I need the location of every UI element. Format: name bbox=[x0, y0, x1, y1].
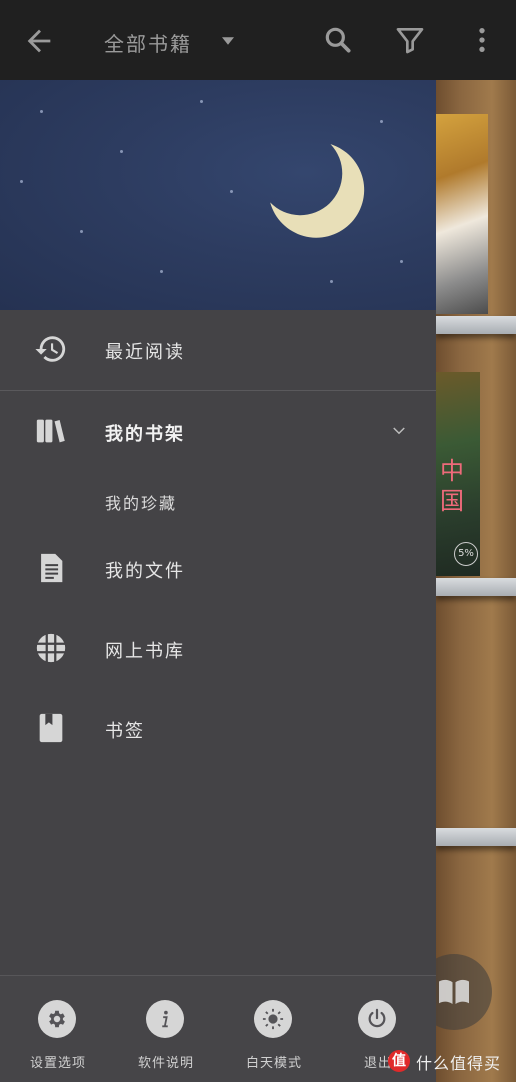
history-icon bbox=[35, 336, 66, 362]
search-icon[interactable] bbox=[322, 24, 354, 56]
drawer-bottom-bar: 设置选项 软件说明 白天模式 退出 bbox=[0, 975, 436, 1082]
menu-item-online-library[interactable]: 网上书库 bbox=[0, 613, 436, 685]
shelf-plank bbox=[436, 828, 516, 846]
arrow-left-icon[interactable] bbox=[22, 24, 56, 58]
book-cover[interactable]: 中国 5% bbox=[436, 372, 480, 576]
menu-item-recent-reading[interactable]: 最近阅读 bbox=[0, 314, 436, 386]
book-cover[interactable] bbox=[436, 114, 488, 314]
menu-item-my-bookshelf[interactable]: 我的书架 bbox=[0, 396, 436, 468]
watermark-text: 什么值得买 bbox=[416, 1054, 502, 1073]
power-icon bbox=[358, 1000, 396, 1038]
caret-down-icon[interactable] bbox=[219, 32, 237, 50]
site-watermark: 值 什么值得买 bbox=[388, 1046, 516, 1076]
menu-label: 书签 bbox=[105, 721, 145, 742]
moon-icon bbox=[270, 144, 365, 238]
bookmark-icon bbox=[39, 713, 63, 743]
globe-grid-icon bbox=[36, 633, 66, 663]
menu-label: 我的书架 bbox=[105, 424, 185, 445]
toolbar-title[interactable]: 全部书籍 bbox=[104, 28, 192, 57]
shelf-plank bbox=[436, 578, 516, 596]
info-icon bbox=[146, 1000, 184, 1038]
settings-button[interactable]: 设置选项 bbox=[0, 976, 108, 1082]
submenu-item-my-collection[interactable]: 我的珍藏 bbox=[0, 470, 436, 530]
shelf-plank bbox=[436, 316, 516, 334]
book-title: 中国 bbox=[440, 457, 464, 515]
sun-icon bbox=[254, 1000, 292, 1038]
bottom-label: 设置选项 bbox=[29, 1056, 86, 1071]
menu-label: 网上书库 bbox=[105, 641, 185, 662]
books-icon bbox=[36, 419, 65, 443]
menu-label: 我的文件 bbox=[105, 561, 185, 582]
divider bbox=[0, 390, 436, 391]
submenu-label: 我的珍藏 bbox=[105, 494, 178, 513]
reading-progress-badge: 5% bbox=[454, 542, 478, 566]
bottom-label: 软件说明 bbox=[137, 1056, 194, 1071]
more-vert-icon[interactable] bbox=[466, 24, 498, 56]
gear-icon bbox=[38, 1000, 76, 1038]
app-toolbar: 全部书籍 bbox=[0, 0, 516, 80]
bottom-label: 白天模式 bbox=[245, 1056, 302, 1071]
chevron-down-icon[interactable] bbox=[390, 422, 408, 440]
software-info-button[interactable]: 软件说明 bbox=[108, 976, 216, 1082]
open-book-icon bbox=[439, 979, 469, 1004]
menu-label: 最近阅读 bbox=[105, 342, 185, 363]
menu-item-bookmarks[interactable]: 书签 bbox=[0, 693, 436, 765]
menu-item-my-files[interactable]: 我的文件 bbox=[0, 533, 436, 605]
bookshelf-background: 中国 5% bbox=[436, 80, 516, 1082]
navigation-drawer: 最近阅读 我的书架 我的珍藏 我的文件 网上书库 书签 设置选项 软件说明 白天… bbox=[0, 80, 436, 1082]
filter-icon[interactable] bbox=[394, 24, 426, 56]
watermark-logo-icon: 值 bbox=[388, 1050, 410, 1072]
drawer-header-night-sky bbox=[0, 80, 436, 310]
day-mode-button[interactable]: 白天模式 bbox=[216, 976, 324, 1082]
document-icon bbox=[41, 553, 63, 583]
